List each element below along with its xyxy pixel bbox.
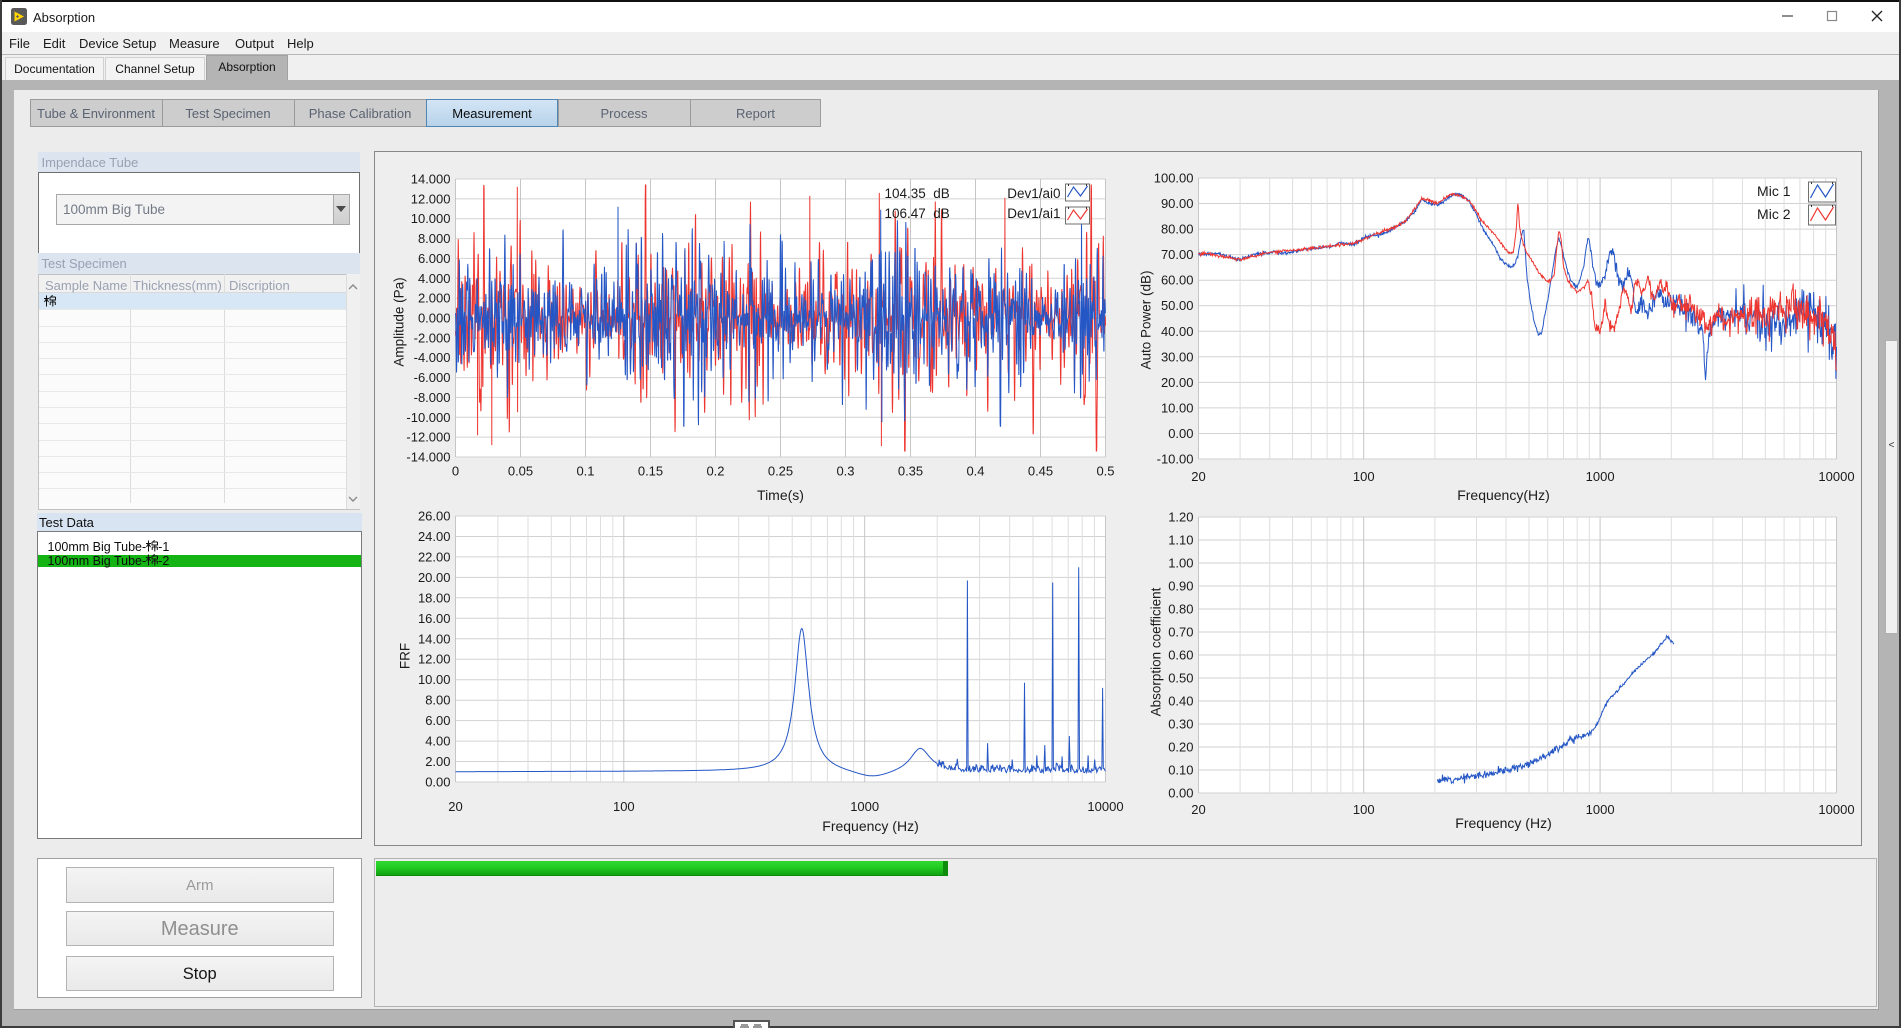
svg-text:22.00: 22.00 <box>417 549 450 564</box>
svg-text:0.50: 0.50 <box>1168 671 1193 686</box>
svg-text:80.00: 80.00 <box>1160 222 1193 237</box>
svg-text:1.10: 1.10 <box>1168 533 1193 548</box>
svg-text:Amplitude (Pa): Amplitude (Pa) <box>391 277 406 366</box>
svg-text:10.000: 10.000 <box>410 211 450 226</box>
svg-text:8.000: 8.000 <box>417 231 450 246</box>
svg-text:0.80: 0.80 <box>1168 602 1193 617</box>
svg-text:12.000: 12.000 <box>410 191 450 206</box>
svg-text:Frequency(Hz): Frequency(Hz) <box>1457 487 1550 503</box>
svg-text:104.35 dB: 104.35 dB <box>884 186 949 201</box>
svg-text:12.00: 12.00 <box>417 652 450 667</box>
svg-text:8.00: 8.00 <box>425 693 450 708</box>
svg-text:-14.000: -14.000 <box>406 450 450 465</box>
svg-text:0.35: 0.35 <box>897 464 922 479</box>
svg-text:0.90: 0.90 <box>1168 579 1193 594</box>
svg-text:20: 20 <box>1191 802 1205 817</box>
svg-text:1.00: 1.00 <box>1168 556 1193 571</box>
svg-text:-6.000: -6.000 <box>413 370 450 385</box>
svg-text:Dev1/ai0: Dev1/ai0 <box>1007 186 1060 201</box>
svg-text:-8.000: -8.000 <box>413 390 450 405</box>
svg-text:-2.000: -2.000 <box>413 330 450 345</box>
svg-text:Frequency (Hz): Frequency (Hz) <box>822 818 918 834</box>
svg-text:1000: 1000 <box>1585 469 1614 484</box>
svg-text:40.00: 40.00 <box>1160 324 1193 339</box>
svg-text:0.2: 0.2 <box>706 464 724 479</box>
svg-text:24.00: 24.00 <box>417 529 450 544</box>
svg-text:0.30: 0.30 <box>1168 717 1193 732</box>
svg-text:1000: 1000 <box>1585 802 1614 817</box>
svg-text:2.00: 2.00 <box>425 754 450 769</box>
svg-text:90.00: 90.00 <box>1160 196 1193 211</box>
svg-text:Time(s): Time(s) <box>757 487 804 503</box>
svg-text:0.70: 0.70 <box>1168 625 1193 640</box>
svg-text:26.00: 26.00 <box>417 509 450 524</box>
svg-text:0.45: 0.45 <box>1027 464 1052 479</box>
svg-text:0.10: 0.10 <box>1168 763 1193 778</box>
svg-text:14.00: 14.00 <box>417 631 450 646</box>
svg-text:0.00: 0.00 <box>1168 786 1193 801</box>
svg-text:0.000: 0.000 <box>417 311 450 326</box>
svg-text:10000: 10000 <box>1818 802 1854 817</box>
svg-text:0.05: 0.05 <box>507 464 532 479</box>
svg-text:6.00: 6.00 <box>425 713 450 728</box>
svg-text:70.00: 70.00 <box>1160 247 1193 262</box>
svg-text:Frequency (Hz): Frequency (Hz) <box>1455 815 1551 831</box>
svg-text:4.00: 4.00 <box>425 734 450 749</box>
svg-text:-10.00: -10.00 <box>1156 452 1193 467</box>
svg-text:1000: 1000 <box>850 799 879 814</box>
svg-text:0.40: 0.40 <box>1168 694 1193 709</box>
svg-text:Absorption coefficient: Absorption coefficient <box>1148 587 1163 716</box>
svg-text:50.00: 50.00 <box>1160 298 1193 313</box>
svg-text:60.00: 60.00 <box>1160 273 1193 288</box>
svg-text:20: 20 <box>1191 469 1205 484</box>
svg-text:10.00: 10.00 <box>417 672 450 687</box>
svg-text:1.20: 1.20 <box>1168 510 1193 525</box>
svg-text:10000: 10000 <box>1818 469 1854 484</box>
svg-text:0.25: 0.25 <box>767 464 792 479</box>
svg-text:16.00: 16.00 <box>417 611 450 626</box>
svg-text:0.00: 0.00 <box>425 775 450 790</box>
svg-text:2.000: 2.000 <box>417 291 450 306</box>
svg-text:100.00: 100.00 <box>1153 171 1193 186</box>
svg-text:10000: 10000 <box>1087 799 1123 814</box>
svg-text:FRF: FRF <box>397 643 412 669</box>
svg-text:30.00: 30.00 <box>1160 349 1193 364</box>
svg-text:4.000: 4.000 <box>417 271 450 286</box>
svg-text:20.00: 20.00 <box>1160 375 1193 390</box>
svg-text:Auto Power (dB): Auto Power (dB) <box>1138 270 1153 369</box>
svg-text:100: 100 <box>1352 802 1374 817</box>
svg-text:14.000: 14.000 <box>410 172 450 187</box>
svg-text:Mic 2: Mic 2 <box>1757 206 1791 222</box>
svg-text:18.00: 18.00 <box>417 590 450 605</box>
svg-text:0.60: 0.60 <box>1168 648 1193 663</box>
svg-text:0.00: 0.00 <box>1168 426 1193 441</box>
svg-text:100: 100 <box>612 799 634 814</box>
svg-text:6.000: 6.000 <box>417 251 450 266</box>
svg-text:-4.000: -4.000 <box>413 350 450 365</box>
svg-text:100: 100 <box>1352 469 1374 484</box>
svg-text:106.47 dB: 106.47 dB <box>884 206 949 221</box>
svg-text:20.00: 20.00 <box>417 570 450 585</box>
svg-text:10.00: 10.00 <box>1160 400 1193 415</box>
svg-text:0.4: 0.4 <box>966 464 984 479</box>
svg-text:0.5: 0.5 <box>1096 464 1114 479</box>
svg-text:0.20: 0.20 <box>1168 740 1193 755</box>
svg-text:20: 20 <box>448 799 462 814</box>
svg-text:-10.000: -10.000 <box>406 410 450 425</box>
svg-text:Mic 1: Mic 1 <box>1757 183 1791 199</box>
svg-text:0.1: 0.1 <box>576 464 594 479</box>
svg-text:-12.000: -12.000 <box>406 430 450 445</box>
svg-text:Dev1/ai1: Dev1/ai1 <box>1007 206 1060 221</box>
svg-text:0.3: 0.3 <box>836 464 854 479</box>
svg-text:0: 0 <box>451 464 458 479</box>
svg-text:0.15: 0.15 <box>637 464 662 479</box>
